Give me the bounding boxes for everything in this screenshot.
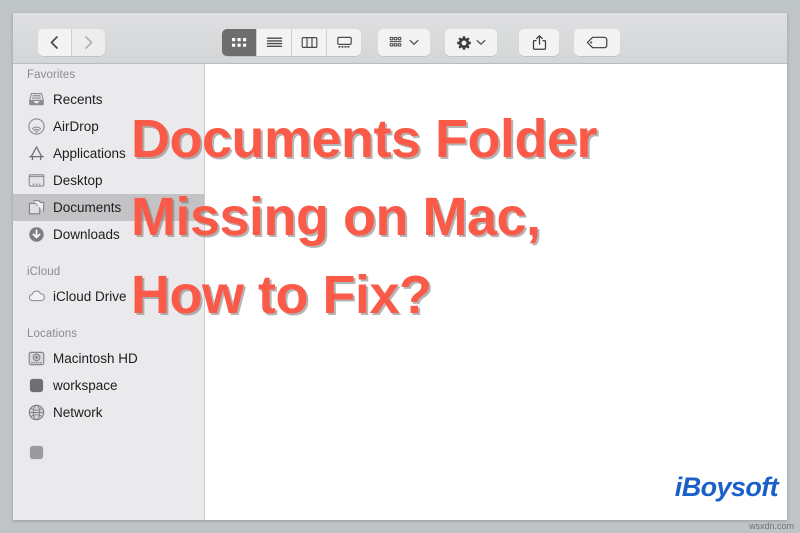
- column-view-button[interactable]: [292, 29, 326, 56]
- documents-icon: [27, 198, 46, 217]
- chevron-down-icon: [476, 39, 486, 45]
- icloud-icon: [27, 287, 46, 306]
- screenshot-root: Favorites Recents AirDrop Applications D…: [0, 0, 800, 533]
- sidebar-item-documents[interactable]: Documents: [13, 194, 204, 221]
- gallery-view-icon: [336, 36, 352, 48]
- forward-button[interactable]: [72, 29, 105, 56]
- desktop-icon: [27, 171, 46, 190]
- group-by-icon: [389, 36, 402, 47]
- action-menu-button[interactable]: [445, 29, 497, 56]
- back-button[interactable]: [38, 29, 71, 56]
- tag-icon: [586, 36, 608, 49]
- chevron-left-icon: [50, 36, 58, 49]
- airdrop-icon: [27, 117, 46, 136]
- icon-view-icon: [231, 38, 246, 47]
- view-mode-button-group: [222, 29, 361, 56]
- site-watermark: wsxdn.com: [748, 521, 794, 531]
- sidebar-item-partial[interactable]: [13, 439, 204, 466]
- sidebar-item-label: Downloads: [53, 227, 120, 242]
- navigation-button-group: [38, 29, 105, 56]
- sidebar-item-label: Desktop: [53, 173, 103, 188]
- volume-icon: [27, 443, 46, 462]
- group-by-button[interactable]: [378, 29, 430, 56]
- recents-icon: [27, 90, 46, 109]
- sidebar-item-label: Recents: [53, 92, 103, 107]
- harddisk-icon: [27, 349, 46, 368]
- sidebar-item-label: Network: [53, 405, 103, 420]
- share-icon: [532, 35, 546, 50]
- finder-sidebar[interactable]: Favorites Recents AirDrop Applications D…: [13, 64, 205, 520]
- sidebar-item-label: Documents: [53, 200, 122, 215]
- share-button[interactable]: [519, 29, 559, 56]
- tag-button[interactable]: [574, 29, 620, 56]
- gallery-view-button[interactable]: [327, 29, 361, 56]
- sidebar-item-desktop[interactable]: Desktop: [13, 167, 204, 194]
- network-globe-icon: [27, 403, 46, 422]
- chevron-right-icon: [85, 36, 93, 49]
- sidebar-item-icloud-drive[interactable]: iCloud Drive: [13, 283, 204, 310]
- column-view-icon: [301, 37, 317, 49]
- downloads-icon: [27, 225, 46, 244]
- sidebar-item-network[interactable]: Network: [13, 399, 204, 426]
- finder-window: Favorites Recents AirDrop Applications D…: [13, 13, 787, 520]
- gear-icon: [457, 35, 471, 50]
- sidebar-section-header-favorites: Favorites: [27, 69, 76, 81]
- iboysoft-logo: iBoysoft: [674, 472, 779, 502]
- sidebar-item-applications[interactable]: Applications: [13, 140, 204, 167]
- volume-icon: [27, 376, 46, 395]
- finder-toolbar: [13, 13, 787, 64]
- sidebar-item-macintosh-hd[interactable]: Macintosh HD: [13, 345, 204, 372]
- chevron-down-icon: [409, 39, 419, 45]
- sidebar-item-label: Macintosh HD: [53, 351, 138, 366]
- sidebar-section-header-icloud: iCloud: [27, 266, 61, 278]
- list-view-button[interactable]: [257, 29, 291, 56]
- applications-icon: [27, 144, 46, 163]
- sidebar-item-recents[interactable]: Recents: [13, 86, 204, 113]
- icon-view-button[interactable]: [222, 29, 256, 56]
- finder-content-area[interactable]: [205, 64, 787, 520]
- sidebar-item-label: AirDrop: [53, 119, 99, 134]
- sidebar-item-label: iCloud Drive: [53, 289, 127, 304]
- sidebar-item-label: workspace: [53, 378, 118, 393]
- sidebar-item-workspace[interactable]: workspace: [13, 372, 204, 399]
- list-view-icon: [266, 37, 282, 47]
- sidebar-section-header-locations: Locations: [27, 328, 78, 340]
- sidebar-item-airdrop[interactable]: AirDrop: [13, 113, 204, 140]
- sidebar-item-downloads[interactable]: Downloads: [13, 221, 204, 248]
- sidebar-item-label: Applications: [53, 146, 126, 161]
